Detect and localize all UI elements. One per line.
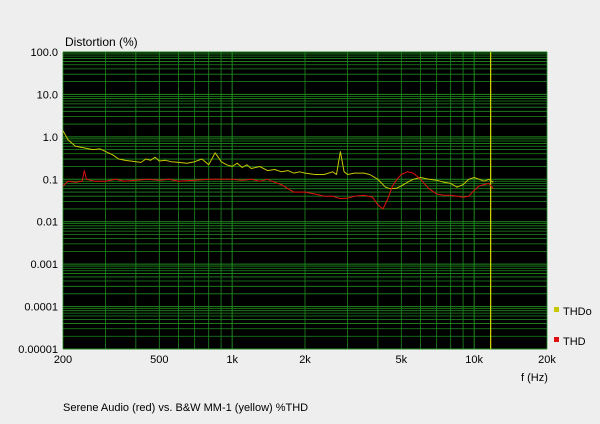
legend-swatch-thdo — [554, 307, 559, 312]
y-tick-label: 0.00001 — [18, 344, 58, 356]
y-tick-label: 100.0 — [30, 47, 58, 59]
x-axis-label: f (Hz) — [521, 372, 548, 384]
y-tick-label: 10.0 — [37, 89, 58, 101]
legend-label-thd: THD — [563, 336, 586, 348]
chart-title: Distortion (%) — [65, 35, 138, 49]
x-tick-label: 200 — [54, 354, 72, 366]
y-tick-label: 0.001 — [30, 259, 58, 271]
chart-container: 100.0 10.0 1.0 0.1 0.01 0.001 0.0001 0.00001 20… — [0, 0, 600, 419]
chart-caption: Serene Audio (red) vs. B&W MM-1 (yellow)… — [63, 402, 308, 414]
distortion-chart: 100.0 10.0 1.0 0.1 0.01 0.001 0.0001 0.00001 20… — [0, 0, 600, 419]
legend-label-thdo: THDo — [563, 306, 592, 318]
x-tick-label: 500 — [150, 354, 168, 366]
y-tick-label: 1.0 — [43, 132, 58, 144]
y-tick-label: 0.01 — [37, 217, 58, 229]
y-tick-label: 0.0001 — [24, 302, 58, 314]
x-tick-label: 20k — [538, 354, 556, 366]
x-tick-label: 2k — [299, 354, 311, 366]
y-tick-label: 0.1 — [43, 174, 58, 186]
x-tick-label: 10k — [465, 354, 483, 366]
x-tick-label: 1k — [226, 354, 238, 366]
x-tick-label: 5k — [395, 354, 407, 366]
legend-swatch-thd — [554, 337, 559, 342]
grid-lines — [62, 51, 548, 350]
